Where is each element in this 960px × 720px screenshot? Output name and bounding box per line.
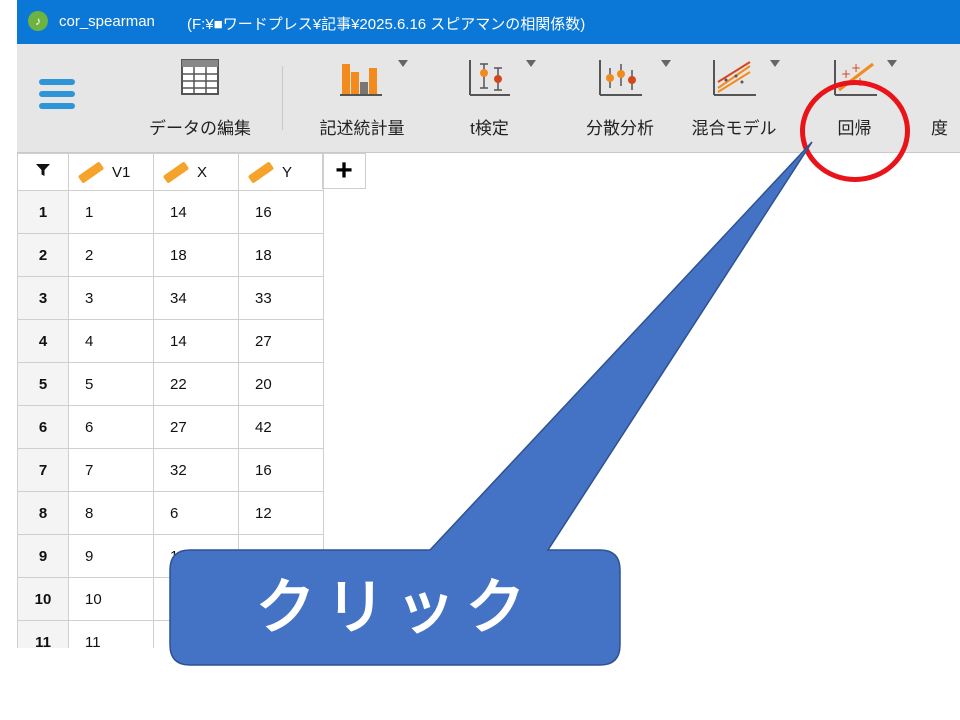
callout-text: クリック (255, 574, 536, 641)
